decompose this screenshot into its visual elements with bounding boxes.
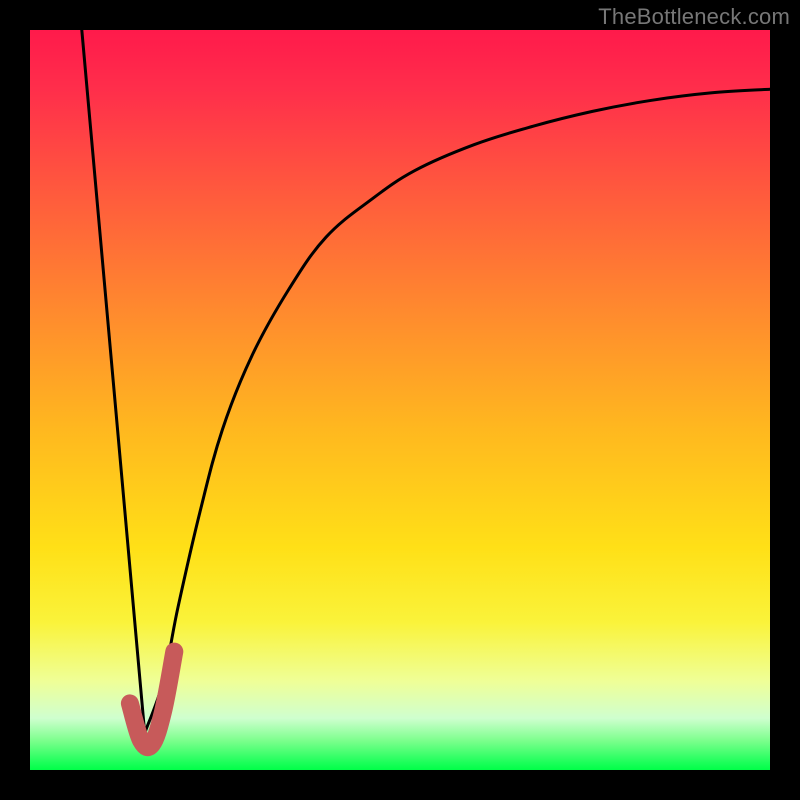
right-rising-curve [145, 89, 770, 733]
hook-overlay [130, 652, 174, 748]
watermark-label: TheBottleneck.com [598, 4, 790, 30]
plot-svg [30, 30, 770, 770]
plot-area [30, 30, 770, 770]
chart-wrapper: TheBottleneck.com [0, 0, 800, 800]
left-descent-curve [82, 30, 145, 733]
